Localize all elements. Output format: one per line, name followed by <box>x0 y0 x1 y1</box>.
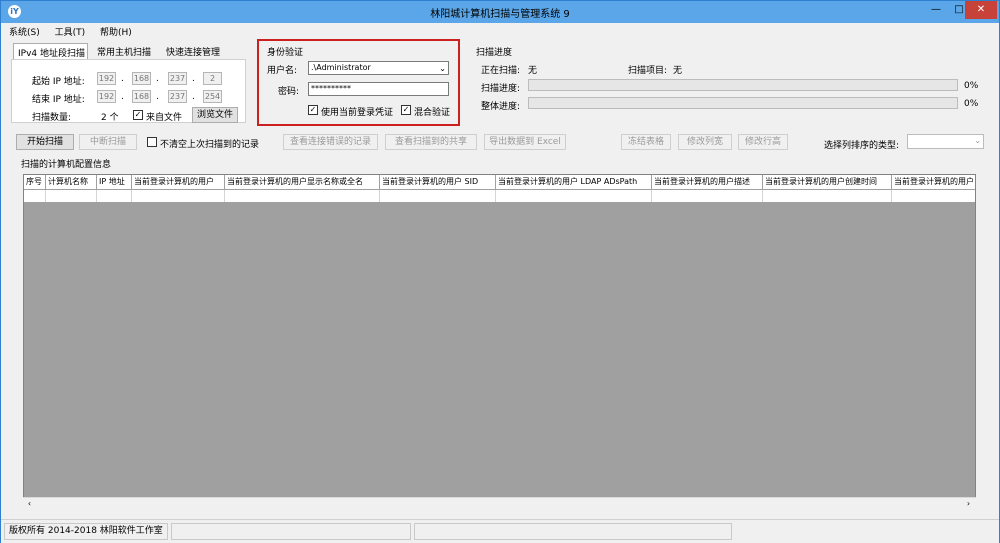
menu-tools[interactable]: 工具(T) <box>55 25 86 38</box>
export-excel-button[interactable]: 导出数据到 Excel <box>484 134 566 150</box>
use-current-credentials-label: 使用当前登录凭证 <box>321 108 394 118</box>
start-ip-octet-3[interactable]: 237 <box>168 72 187 85</box>
sort-type-select[interactable]: ⌄ <box>907 134 984 149</box>
status-bar: 版权所有 2014-2018 林阳软件工作室 <box>1 519 999 543</box>
column-header[interactable]: 当前登录计算机的用户描述 <box>652 175 763 190</box>
end-ip-label: 结束 IP 地址: <box>32 95 85 105</box>
from-file-checkbox[interactable]: ✓ <box>133 110 143 120</box>
username-select[interactable]: .\Administrator ⌄ <box>308 61 449 75</box>
username-value: .\Administrator <box>311 63 371 72</box>
modify-row-height-button[interactable]: 修改行高 <box>738 134 788 150</box>
mixed-auth-checkbox[interactable]: ✓ <box>401 105 411 115</box>
title-bar[interactable]: iY 林阳城计算机扫描与管理系统 9 — □ ✕ <box>1 1 999 23</box>
view-shares-button[interactable]: 查看扫描到的共享 <box>385 134 477 150</box>
username-label: 用户名: <box>267 66 298 76</box>
scroll-right-icon[interactable]: › <box>962 498 975 510</box>
scroll-left-icon[interactable]: ‹ <box>23 498 36 510</box>
column-header[interactable]: IP 地址 <box>97 175 132 190</box>
start-scan-button[interactable]: 开始扫描 <box>16 134 74 150</box>
scanning-label: 正在扫描: <box>481 66 521 76</box>
scan-item-value: 无 <box>673 66 683 76</box>
overall-progress-label: 整体进度: <box>481 102 521 112</box>
from-file-label: 来自文件 <box>146 113 183 123</box>
tab-ipv4-range[interactable]: IPv4 地址段扫描 <box>13 43 88 59</box>
end-ip-octet-3[interactable]: 237 <box>168 90 187 103</box>
copyright-text: 版权所有 2014-2018 林阳软件工作室 <box>4 523 168 540</box>
menu-help[interactable]: 帮助(H) <box>100 25 132 38</box>
start-ip-octet-2[interactable]: 168 <box>132 72 151 85</box>
tab-common-hosts[interactable]: 常用主机扫描 <box>93 43 155 59</box>
scan-count-value: 2 个 <box>101 113 119 123</box>
scan-progress-label: 扫描进度: <box>481 84 521 94</box>
status-cell <box>414 523 732 540</box>
chevron-down-icon[interactable]: ⌄ <box>439 63 446 74</box>
end-ip-octet-1[interactable]: 192 <box>97 90 116 103</box>
use-current-credentials-checkbox[interactable]: ✓ <box>308 105 318 115</box>
chevron-down-icon: ⌄ <box>974 136 981 145</box>
auth-group: 身份验证 用户名: .\Administrator ⌄ 密码: ********… <box>257 39 460 126</box>
no-clear-label: 不清空上次扫描到的记录 <box>160 140 260 150</box>
column-header[interactable]: 当前登录计算机的用户 LDAP ADsPath <box>496 175 652 190</box>
start-ip-octet-1[interactable]: 192 <box>97 72 116 85</box>
scan-item-label: 扫描项目: <box>628 66 668 76</box>
table-row[interactable] <box>24 190 975 202</box>
horizontal-scrollbar[interactable]: ‹ › <box>23 497 976 510</box>
progress-group-title: 扫描进度 <box>476 48 513 58</box>
view-error-records-button[interactable]: 查看连接错误的记录 <box>283 134 378 150</box>
column-header[interactable]: 当前登录计算机的用户显示名称或全名 <box>225 175 380 190</box>
scan-progress-percent: 0% <box>964 81 979 91</box>
table-section-title: 扫描的计算机配置信息 <box>21 160 112 170</box>
password-label: 密码: <box>278 87 300 97</box>
no-clear-checkbox[interactable] <box>147 137 157 147</box>
column-header[interactable]: 计算机名称 <box>46 175 97 190</box>
stop-scan-button[interactable]: 中断扫描 <box>79 134 137 150</box>
start-ip-octet-4[interactable]: 2 <box>203 72 222 85</box>
auth-group-title: 身份验证 <box>267 48 304 58</box>
window-title: 林阳城计算机扫描与管理系统 9 <box>430 9 570 20</box>
table-header: 序号 计算机名称 IP 地址 当前登录计算机的用户 当前登录计算机的用户显示名称… <box>24 175 975 190</box>
computer-config-table[interactable]: 序号 计算机名称 IP 地址 当前登录计算机的用户 当前登录计算机的用户显示名称… <box>23 174 976 509</box>
end-ip-octet-2[interactable]: 168 <box>132 90 151 103</box>
freeze-table-button[interactable]: 冻结表格 <box>621 134 671 150</box>
main-window: iY 林阳城计算机扫描与管理系统 9 — □ ✕ 系统(S) 工具(T) 帮助(… <box>0 0 1000 543</box>
column-header[interactable]: 当前登录计算机的用户创建时间 <box>763 175 892 190</box>
column-header[interactable]: 当前登录计算机的用户 <box>132 175 225 190</box>
column-header[interactable]: 当前登录计算机的用户 <box>892 175 975 190</box>
scan-count-label: 扫描数量: <box>32 113 72 123</box>
ipv4-panel: 起始 IP 地址: 192 . 168 . 237 . 2 结束 IP 地址: … <box>11 59 246 123</box>
mixed-auth-label: 混合验证 <box>414 108 451 118</box>
start-ip-label: 起始 IP 地址: <box>32 77 85 87</box>
tab-quick-connect[interactable]: 快速连接管理 <box>162 43 224 59</box>
overall-progress-bar <box>528 97 958 109</box>
menu-bar: 系统(S) 工具(T) 帮助(H) <box>9 25 144 39</box>
column-header[interactable]: 当前登录计算机的用户 SID <box>380 175 496 190</box>
scan-progress-bar <box>528 79 958 91</box>
status-cell <box>171 523 411 540</box>
menu-system[interactable]: 系统(S) <box>9 25 40 38</box>
password-input[interactable]: ********** <box>308 82 449 96</box>
overall-progress-percent: 0% <box>964 99 979 109</box>
modify-column-width-button[interactable]: 修改列宽 <box>678 134 732 150</box>
end-ip-octet-4[interactable]: 254 <box>203 90 222 103</box>
sort-type-label: 选择列排序的类型: <box>824 141 900 151</box>
close-button[interactable]: ✕ <box>965 1 997 19</box>
column-header[interactable]: 序号 <box>24 175 46 190</box>
browse-file-button[interactable]: 浏览文件 <box>192 107 238 123</box>
scanning-value: 无 <box>528 66 538 76</box>
